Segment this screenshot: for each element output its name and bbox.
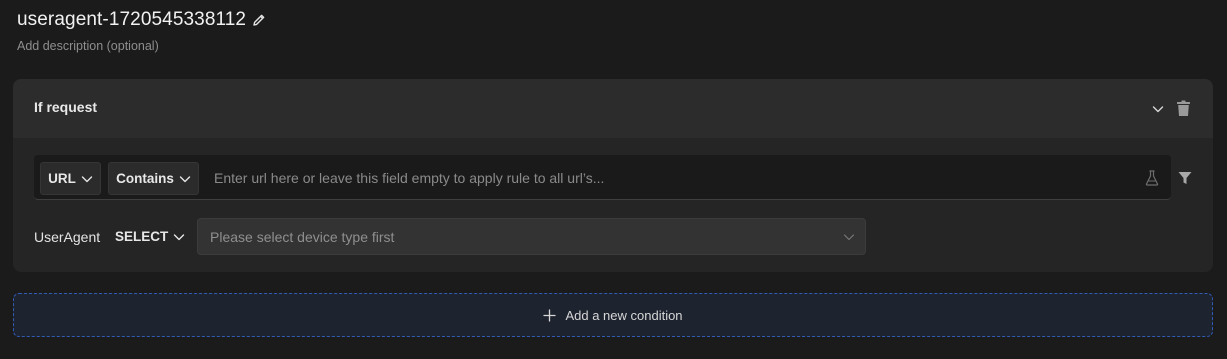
condition-title: If request (34, 99, 98, 115)
user-agent-type-dropdown[interactable]: SELECT (115, 229, 185, 244)
chevron-down-icon (173, 231, 185, 243)
filter-icon[interactable] (1178, 171, 1192, 185)
condition-card-header: If request (13, 79, 1213, 138)
device-select-placeholder: Please select device type first (210, 229, 395, 245)
rule-header: useragent-1720545338112 Add description … (17, 8, 266, 53)
trash-icon[interactable] (1176, 100, 1191, 117)
device-select[interactable]: Please select device type first (197, 218, 866, 255)
add-condition-button[interactable]: Add a new condition (13, 293, 1213, 337)
user-agent-type-label: SELECT (115, 229, 169, 244)
operator-dropdown[interactable]: Contains (108, 162, 199, 195)
chevron-down-icon (843, 231, 855, 243)
rule-name-title[interactable]: useragent-1720545338112 (17, 9, 246, 31)
condition-card: If request URL Contains Enter url here o… (13, 79, 1213, 272)
url-input[interactable] (206, 163, 1126, 193)
user-agent-label: UserAgent (34, 229, 101, 245)
url-source-dropdown[interactable]: URL (40, 162, 101, 195)
url-condition-row: URL Contains (34, 155, 1171, 200)
url-source-label: URL (48, 171, 76, 186)
flask-icon[interactable] (1145, 170, 1159, 186)
add-condition-label: Add a new condition (565, 307, 683, 323)
chevron-down-icon[interactable] (1151, 102, 1165, 116)
chevron-down-icon (179, 173, 191, 185)
chevron-down-icon (81, 173, 93, 185)
plus-icon (543, 308, 557, 322)
operator-label: Contains (116, 171, 174, 186)
pencil-icon[interactable] (252, 13, 266, 27)
description-field[interactable]: Add description (optional) (17, 39, 266, 53)
title-row: useragent-1720545338112 (17, 8, 266, 32)
